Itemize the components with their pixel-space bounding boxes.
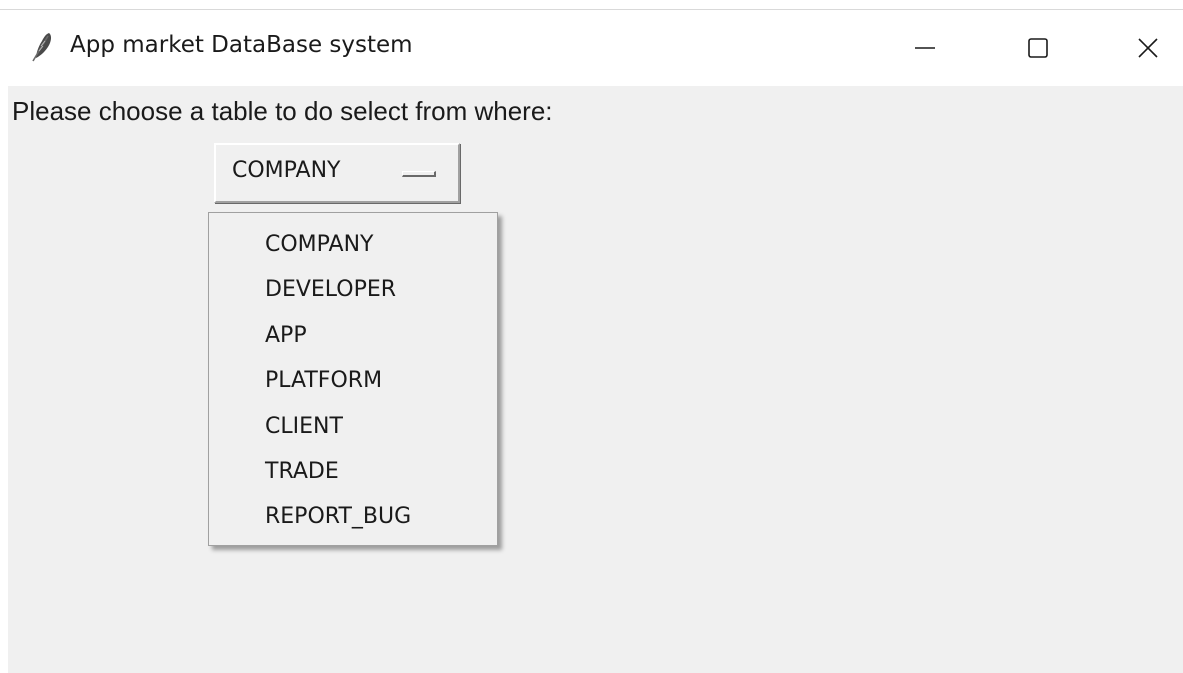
feather-icon	[32, 33, 52, 62]
option-indicator-icon	[402, 171, 436, 177]
dropdown-option-platform[interactable]: PLATFORM	[265, 359, 382, 403]
table-select-menubutton[interactable]: COMPANY	[214, 143, 460, 203]
close-icon	[1138, 38, 1158, 58]
selected-table-value: COMPANY	[232, 158, 341, 183]
title-bar[interactable]: App market DataBase system	[8, 12, 1183, 86]
dropdown-option-developer[interactable]: DEVELOPER	[265, 268, 396, 312]
dropdown-option-client[interactable]: CLIENT	[265, 405, 343, 449]
maximize-icon	[1028, 38, 1048, 58]
close-button[interactable]	[1113, 24, 1183, 72]
minimize-button[interactable]	[890, 24, 960, 72]
dropdown-option-company[interactable]: COMPANY	[265, 223, 373, 267]
minimize-icon	[915, 47, 935, 49]
table-options-dropdown: COMPANY DEVELOPER APP PLATFORM CLIENT TR…	[208, 212, 498, 546]
maximize-button[interactable]	[1003, 24, 1073, 72]
dropdown-option-trade[interactable]: TRADE	[265, 450, 339, 494]
app-window: App market DataBase system Please choose…	[8, 12, 1183, 673]
background-window-edge	[0, 0, 1183, 10]
screen: App market DataBase system Please choose…	[0, 0, 1183, 673]
table-prompt-label: Please choose a table to do select from …	[12, 96, 553, 126]
window-client-area: Please choose a table to do select from …	[8, 86, 1183, 673]
dropdown-option-report-bug[interactable]: REPORT_BUG	[265, 495, 411, 539]
window-title: App market DataBase system	[70, 32, 413, 58]
dropdown-option-app[interactable]: APP	[265, 314, 307, 358]
